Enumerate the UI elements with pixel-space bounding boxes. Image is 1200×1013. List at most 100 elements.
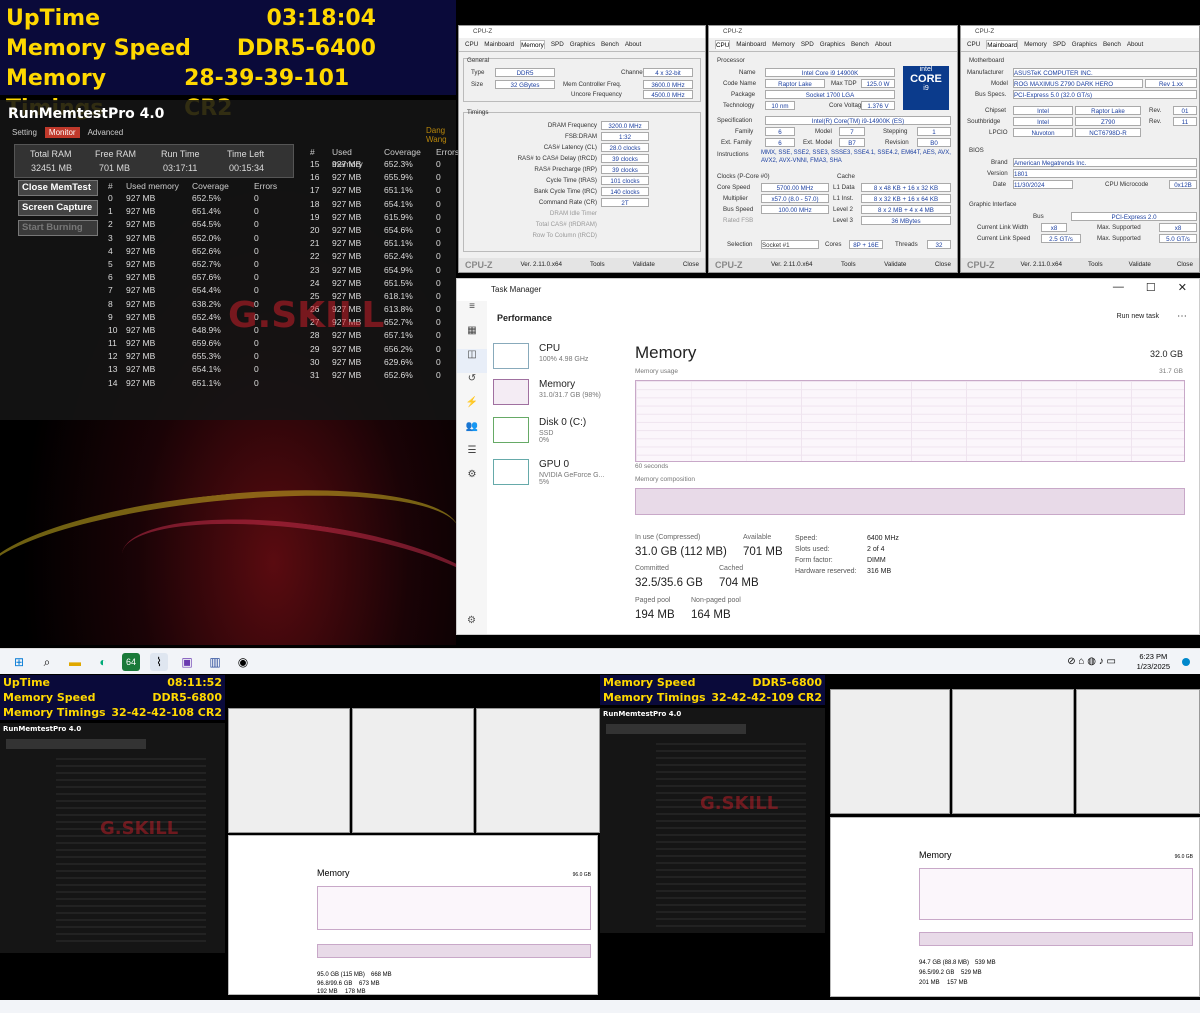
tab-setting[interactable]: Setting (8, 127, 41, 138)
tab-graphics[interactable]: Graphics (570, 40, 595, 49)
tab-about[interactable]: About (1127, 40, 1143, 49)
tab-spd[interactable]: SPD (1053, 40, 1066, 49)
southbridge: Intel (1013, 117, 1073, 126)
tab-memory[interactable]: Memory (772, 40, 795, 49)
timing-label: Command Rate (CR) (538, 199, 597, 206)
history-icon[interactable]: ↺ (457, 373, 487, 397)
close-button[interactable]: Close (683, 258, 699, 272)
table-row: 24 927 MB 651.5% 0 (310, 277, 456, 290)
label: Ext. Model (803, 139, 833, 146)
details-icon[interactable]: ☰ (457, 445, 487, 469)
screen-capture-button[interactable]: Screen Capture (18, 200, 98, 216)
group-label: Clocks (P-Core #0) (717, 173, 770, 180)
tray-icons[interactable]: ⊘ ⌂ ◍ ♪ ▭ (1047, 653, 1137, 671)
startup-icon[interactable]: ⚡ (457, 397, 487, 421)
tab-bench[interactable]: Bench (1103, 40, 1121, 49)
tab-bench[interactable]: Bench (851, 40, 869, 49)
gskill-logo: G.SKILL (228, 295, 385, 336)
users-icon[interactable]: 👥 (457, 421, 487, 445)
notification-icon[interactable] (1182, 657, 1190, 666)
tab-spd[interactable]: SPD (801, 40, 814, 49)
table-cell: 629.6% (384, 356, 413, 367)
processes-icon[interactable]: ▦ (457, 325, 487, 349)
label: Ext. Family (721, 139, 752, 146)
badge-line: intel (919, 66, 933, 73)
maximize-icon[interactable]: ☐ (1146, 281, 1156, 294)
tools-button[interactable]: Tools (1088, 258, 1103, 272)
tab-bench[interactable]: Bench (601, 40, 619, 49)
start-burning-button[interactable]: Start Burning (18, 220, 98, 236)
validate-button[interactable]: Validate (633, 258, 655, 272)
stat-label: Cached (719, 565, 744, 572)
runmemtest-icon[interactable]: ▥ (206, 653, 224, 671)
intel-core-i9-badge: intel CORE i9 (903, 66, 949, 110)
tab-memory[interactable]: Memory (520, 40, 545, 49)
tab-mainboard[interactable]: Mainboard (986, 40, 1019, 49)
table-cell: 0 (436, 277, 441, 288)
file-explorer-icon[interactable]: ▬ (66, 653, 84, 671)
table-row: 14 927 MB 651.1% 0 (108, 377, 296, 390)
edge-icon[interactable]: ◐ (94, 653, 112, 671)
settings-icon[interactable]: ⚙ (467, 615, 476, 626)
table-cell: 0 (436, 251, 441, 262)
tab-about[interactable]: About (875, 40, 891, 49)
tab-monitor[interactable]: Monitor (44, 127, 80, 138)
task-manager-icon[interactable]: ⌇ (150, 652, 168, 671)
table-cell: 0 (436, 185, 441, 196)
tools-button[interactable]: Tools (590, 258, 605, 272)
cpuz-brand: CPU-Z (465, 260, 493, 270)
cpuz-memory-window (830, 689, 950, 814)
socket-select[interactable]: Socket #1 (761, 240, 819, 249)
cpuz-icon[interactable]: ▣ (178, 653, 196, 671)
table-cell: 1 (108, 206, 113, 217)
tab-about[interactable]: About (625, 40, 641, 49)
menu-icon[interactable]: ≡ (457, 301, 487, 325)
run-new-task-button[interactable]: Run new task (1117, 313, 1159, 320)
tools-button[interactable]: Tools (841, 258, 856, 272)
memory-composition-bar (635, 488, 1185, 515)
tab-advanced[interactable]: Advanced (84, 127, 128, 138)
tab-graphics[interactable]: Graphics (820, 40, 845, 49)
available-value: 701 MB (743, 546, 783, 558)
label: Bus Specs. (975, 91, 1007, 98)
validate-button[interactable]: Validate (884, 258, 906, 272)
manufacturer: ASUSTeK COMPUTER INC. (1013, 68, 1197, 77)
table-cell: 20 (310, 224, 320, 235)
search-icon[interactable]: ⌕ (38, 653, 56, 671)
app-icon[interactable]: ◉ (234, 653, 252, 671)
services-icon[interactable]: ⚙ (457, 469, 487, 493)
badge-line: CORE (910, 73, 942, 85)
tab-mainboard[interactable]: Mainboard (484, 40, 514, 49)
close-button[interactable]: Close (935, 258, 951, 272)
column-header: Errors (436, 147, 460, 157)
speed-value: DDR5-6800 (152, 691, 222, 704)
tab-memory[interactable]: Memory (1024, 40, 1047, 49)
tab-mainboard[interactable]: Mainboard (736, 40, 766, 49)
validate-button[interactable]: Validate (1129, 258, 1151, 272)
mem-size: 32 GBytes (495, 80, 555, 89)
minimize-icon[interactable]: — (1113, 281, 1124, 294)
tab-cpu[interactable]: CPU (715, 40, 731, 49)
table-cell: 0 (254, 219, 259, 230)
cpu-name: Intel Core i9 14900K (765, 68, 895, 77)
perf-item-sub: 100% 4.98 GHz (539, 356, 589, 363)
tab-cpu[interactable]: CPU (465, 40, 478, 49)
start-icon[interactable]: ⊞ (10, 653, 28, 671)
tab-spd[interactable]: SPD (551, 40, 564, 49)
aida64-icon[interactable]: 64 (122, 652, 140, 671)
close-icon[interactable]: ✕ (1178, 281, 1187, 294)
link-width: x8 (1041, 223, 1067, 232)
performance-icon[interactable]: ◫ (457, 349, 487, 373)
uncore-freq: 4500.0 MHz (643, 90, 693, 99)
more-options-icon[interactable]: ⋯ (1177, 311, 1187, 322)
tab-cpu[interactable]: CPU (967, 40, 980, 49)
table-cell: 15 (310, 159, 320, 169)
timings-label: Memory Timings (3, 706, 106, 719)
cpuz-cpu-window (352, 708, 474, 833)
close-memtest-button[interactable]: Close MemTest (18, 180, 98, 196)
close-button[interactable]: Close (1177, 258, 1193, 272)
clock-time: 6:23 PM (1139, 651, 1168, 661)
tab-graphics[interactable]: Graphics (1072, 40, 1097, 49)
cpuz-tabs: CPU Mainboard Memory SPD Graphics Bench About (961, 38, 1199, 52)
clock[interactable]: 6:23 PM 1/23/2025 (1137, 652, 1170, 672)
